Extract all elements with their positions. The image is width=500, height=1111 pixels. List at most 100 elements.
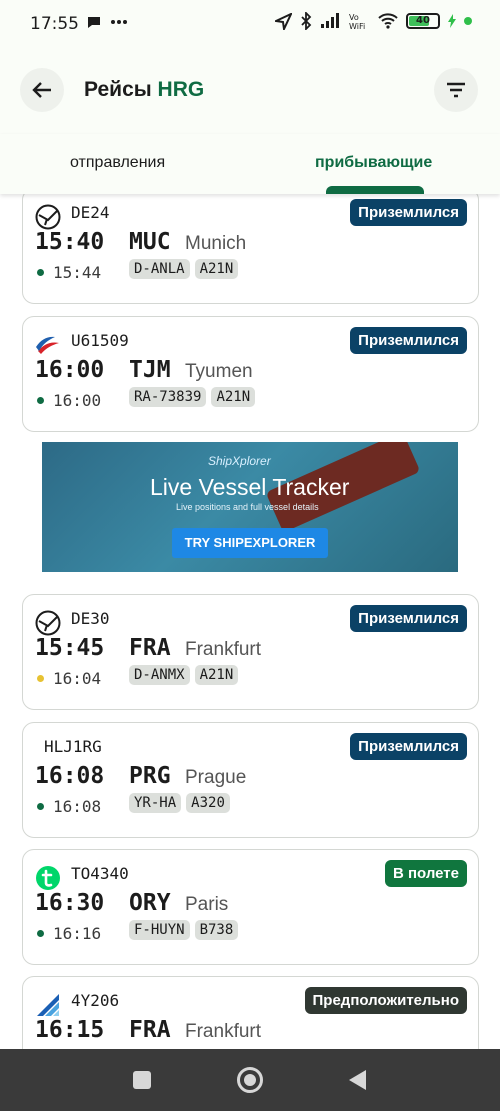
actual-time-value: 16:00 — [53, 391, 102, 410]
aircraft-type-chip: A320 — [186, 793, 230, 813]
flight-number: DE30 — [71, 609, 110, 628]
aircraft-chips: D-ANLA A21N — [129, 259, 239, 279]
flight-number: TO4340 — [71, 864, 129, 883]
actual-time: 16:08 — [37, 797, 101, 816]
scheduled-time: 15:45 — [35, 635, 105, 661]
flight-card[interactable]: DE24 Приземлился 15:40 MUC Munich 15:44 … — [22, 194, 479, 304]
origin-city: Paris — [185, 894, 229, 915]
origin-city: Prague — [185, 767, 247, 788]
actual-time: 16:04 — [37, 669, 101, 688]
status-dot — [37, 397, 44, 404]
origin-iata: ORY — [129, 890, 171, 916]
ad-subtitle: Live positions and full vessel details — [176, 502, 319, 512]
signal-icon — [321, 13, 339, 28]
scheduled-time: 16:08 — [35, 763, 105, 789]
page-title-text: Рейсы — [84, 78, 152, 101]
scheduled-time: 15:40 — [35, 229, 105, 255]
transavia-logo-icon — [33, 863, 63, 893]
registration-chip: D-ANLA — [129, 259, 190, 279]
status-dot — [37, 675, 44, 682]
status-badge: Предположительно — [304, 987, 467, 1014]
vowifi-icon: VoWiFi — [349, 13, 365, 30]
more-icon — [111, 20, 127, 24]
notification-dot-icon — [464, 17, 472, 25]
tab-indicator — [326, 186, 424, 194]
aircraft-chips: RA-73839 A21N — [129, 387, 256, 407]
condor-logo-icon — [33, 202, 63, 232]
tab-departures[interactable]: отправления — [70, 154, 165, 172]
ad-headline: Live Vessel Tracker — [150, 474, 350, 500]
system-nav-bar — [0, 1049, 500, 1111]
origin-city: Tyumen — [185, 361, 253, 382]
status-bar: 17:55 Vo WiFi 40 — [0, 0, 500, 50]
registration-chip: D-ANMX — [129, 665, 190, 685]
actual-time: 16:00 — [37, 391, 101, 410]
status-dot — [37, 269, 44, 276]
origin-iata: FRA — [129, 635, 171, 661]
registration-chip: RA-73839 — [129, 387, 207, 407]
airport-code: HRG — [157, 78, 205, 101]
actual-time: 16:16 — [37, 924, 101, 943]
back-button[interactable] — [20, 68, 64, 112]
flight-list[interactable]: DE24 Приземлился 15:40 MUC Munich 15:44 … — [0, 194, 500, 1049]
back-triangle-icon[interactable] — [349, 1070, 366, 1090]
flight-number: 4Y206 — [71, 991, 120, 1010]
origin-iata: TJM — [129, 357, 171, 383]
scheduled-time: 16:30 — [35, 890, 105, 916]
actual-time-value: 16:16 — [53, 924, 102, 943]
flight-number: HLJ1RG — [44, 737, 102, 756]
aircraft-chips: F-HUYN B738 — [129, 920, 239, 940]
status-badge: Приземлился — [350, 199, 467, 226]
flight-card[interactable]: U61509 Приземлился 16:00 TJM Tyumen 16:0… — [22, 316, 479, 432]
aircraft-chips: YR-HA A320 — [129, 793, 230, 813]
status-dot — [37, 930, 44, 937]
origin-iata: MUC — [129, 229, 171, 255]
actual-time-value: 16:08 — [53, 797, 102, 816]
tab-arrivals[interactable]: прибывающие — [315, 154, 432, 172]
ad-cta-button[interactable]: TRY SHIPEXPLORER — [172, 528, 328, 558]
aircraft-type-chip: A21N — [194, 259, 239, 279]
bluetooth-icon — [301, 12, 312, 30]
condor-logo-icon — [33, 608, 63, 638]
location-icon — [275, 12, 292, 30]
actual-time-value: 16:04 — [53, 669, 102, 688]
charging-icon — [448, 14, 456, 28]
recents-icon[interactable] — [133, 1071, 151, 1089]
scheduled-time: 16:15 — [35, 1017, 105, 1043]
aircraft-type-chip: A21N — [211, 387, 256, 407]
chat-icon — [88, 17, 100, 28]
origin-city: Frankfurt — [185, 1021, 262, 1042]
registration-chip: YR-HA — [129, 793, 182, 813]
actual-time: 15:44 — [37, 263, 101, 282]
svg-text:Vo: Vo — [349, 13, 359, 22]
filter-button[interactable] — [434, 68, 478, 112]
origin-city: Munich — [185, 233, 247, 254]
page-title: Рейсы HRG — [84, 78, 204, 102]
status-badge: В полете — [384, 860, 467, 887]
flight-card[interactable]: 4Y206 Предположительно 16:15 FRA Frankfu… — [22, 976, 479, 1049]
flight-card[interactable]: HLJ1RG Приземлился 16:08 PRG Prague 16:0… — [22, 722, 479, 838]
origin-iata: PRG — [129, 763, 171, 789]
status-badge: Приземлился — [350, 327, 467, 354]
home-icon[interactable] — [237, 1067, 263, 1093]
flight-number: DE24 — [71, 203, 110, 222]
registration-chip: F-HUYN — [129, 920, 190, 940]
arrow-back-icon — [32, 82, 51, 98]
actual-time-value: 15:44 — [53, 263, 102, 282]
status-time: 17:55 — [30, 14, 79, 34]
app-bar: Рейсы HRG — [0, 50, 500, 134]
aircraft-type-chip: A21N — [194, 665, 239, 685]
ad-banner[interactable]: ShipXplorer Live Vessel Tracker Live pos… — [42, 442, 458, 572]
wifi-icon — [378, 13, 398, 29]
flight-number: U61509 — [71, 331, 129, 350]
ural-airlines-logo-icon — [33, 330, 63, 360]
battery-icon: 40 — [406, 13, 440, 29]
ad-brand: ShipXplorer — [208, 454, 271, 468]
status-badge: Приземлился — [350, 733, 467, 760]
tab-bar: отправления прибывающие — [0, 134, 500, 194]
flight-card[interactable]: TO4340 В полете 16:30 ORY Paris 16:16 F-… — [22, 849, 479, 965]
discover-logo-icon — [33, 990, 63, 1020]
flight-card[interactable]: DE30 Приземлился 15:45 FRA Frankfurt 16:… — [22, 594, 479, 710]
origin-iata: FRA — [129, 1017, 171, 1043]
aircraft-type-chip: B738 — [194, 920, 239, 940]
